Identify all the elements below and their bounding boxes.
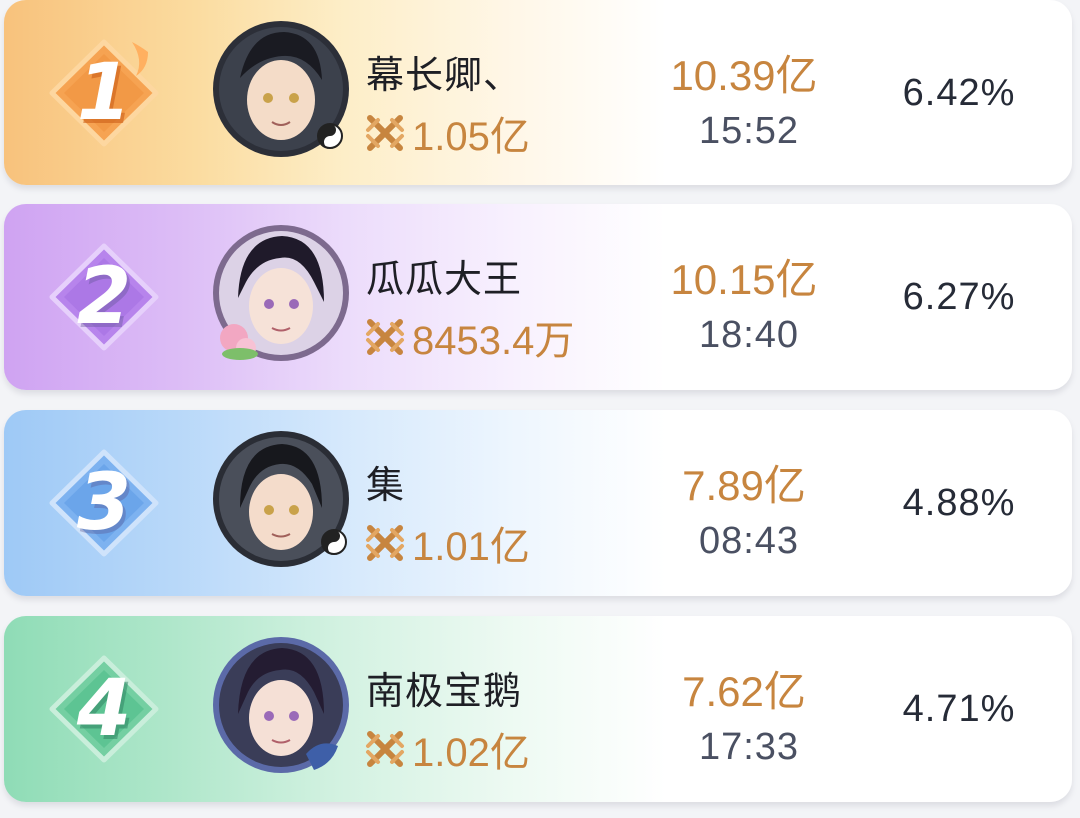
time-value: 08:43 bbox=[698, 520, 800, 562]
crossed-swords-icon bbox=[364, 112, 406, 154]
rank-number: 3 bbox=[76, 458, 132, 548]
time-value: 15:52 bbox=[698, 110, 800, 152]
rank-number: 1 bbox=[76, 48, 132, 138]
leaderboard-row-3[interactable]: 3 集 1.01亿 7.89亿 08:43 4.88% bbox=[4, 410, 1072, 596]
power-text: 1.02亿 bbox=[412, 731, 530, 775]
amount-value: 7.89亿 bbox=[682, 462, 806, 509]
percent-value: 4.71% bbox=[902, 688, 1016, 730]
power-value: 1.05亿 bbox=[364, 104, 530, 162]
player-avatar[interactable] bbox=[210, 428, 352, 570]
rank-badge: 4 bbox=[44, 654, 164, 764]
amount-value: 10.39亿 bbox=[670, 52, 818, 99]
player-name: 幕长卿、 bbox=[366, 55, 523, 97]
percent-value: 6.27% bbox=[902, 276, 1016, 318]
power-text: 8453.4万 bbox=[412, 319, 575, 363]
player-avatar[interactable] bbox=[210, 634, 352, 776]
time-value: 17:33 bbox=[698, 726, 800, 768]
amount-value: 7.62亿 bbox=[682, 668, 806, 715]
power-value: 1.01亿 bbox=[364, 514, 530, 572]
player-name: 集 bbox=[366, 465, 406, 507]
crossed-swords-icon bbox=[364, 728, 406, 770]
player-avatar[interactable] bbox=[210, 222, 352, 364]
rank-number: 2 bbox=[76, 252, 132, 342]
rank-number: 4 bbox=[76, 664, 132, 754]
power-value: 8453.4万 bbox=[364, 308, 574, 366]
crossed-swords-icon bbox=[364, 522, 406, 564]
amount-value: 10.15亿 bbox=[670, 256, 818, 303]
percent-value: 6.42% bbox=[902, 72, 1016, 114]
rank-badge: 2 bbox=[44, 242, 164, 352]
rank-badge: 3 bbox=[44, 448, 164, 558]
leaderboard-row-2[interactable]: 2 瓜瓜大王 8453.4万 10.15亿 18:40 6.27% bbox=[4, 204, 1072, 390]
power-value: 1.02亿 bbox=[364, 720, 530, 778]
power-text: 1.01亿 bbox=[412, 525, 530, 569]
time-value: 18:40 bbox=[698, 314, 800, 356]
leaderboard-row-4[interactable]: 4 南极宝鹅 1.02亿 7.62亿 17:33 4.71% bbox=[4, 616, 1072, 802]
leaderboard-row-1[interactable]: 1 幕长卿、 1.05亿 10.39亿 15:52 6.42% bbox=[4, 0, 1072, 185]
crossed-swords-icon bbox=[364, 316, 406, 358]
percent-value: 4.88% bbox=[902, 482, 1016, 524]
power-text: 1.05亿 bbox=[412, 115, 530, 159]
rank-badge: 1 bbox=[44, 38, 164, 148]
player-name: 南极宝鹅 bbox=[366, 671, 523, 713]
player-avatar[interactable] bbox=[210, 18, 352, 160]
player-name: 瓜瓜大王 bbox=[366, 259, 523, 301]
